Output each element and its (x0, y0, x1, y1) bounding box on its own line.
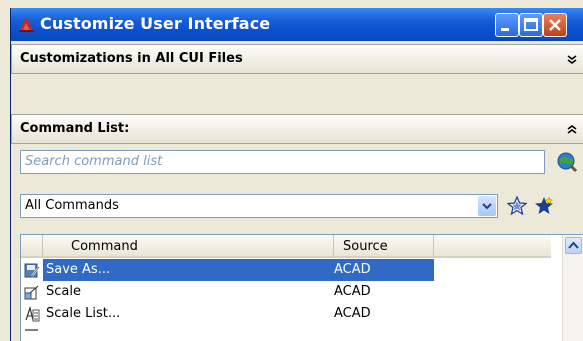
icon-column-header[interactable] (21, 235, 43, 258)
chevron-down-icon (482, 203, 492, 210)
command-cell: Scale List... (46, 306, 121, 321)
chevron-double-up-icon[interactable] (567, 125, 577, 135)
new-command-star-icon[interactable] (534, 196, 554, 216)
chevron-double-down-icon[interactable] (567, 55, 577, 65)
source-column-header[interactable]: Source (334, 235, 434, 258)
maximize-icon (524, 18, 538, 31)
scroll-up-button[interactable] (565, 237, 582, 254)
search-command-input[interactable]: Search command list (20, 150, 545, 174)
source-column-label: Source (343, 239, 388, 254)
star-filter-icon[interactable] (507, 196, 527, 216)
customize-ui-window: Customize User Interface Customizations … (10, 8, 583, 341)
dropdown-arrow-button[interactable] (478, 196, 496, 216)
customizations-section-label: Customizations in All CUI Files (20, 51, 243, 66)
command-list-section-label: Command List: (20, 121, 130, 136)
window-title: Customize User Interface (40, 14, 271, 33)
table-row[interactable]: Scale List... ACAD (21, 303, 551, 325)
scale-list-icon (25, 306, 40, 322)
table-row[interactable] (21, 325, 551, 341)
chevron-up-icon (568, 241, 579, 249)
title-bar[interactable]: Customize User Interface (11, 8, 583, 41)
command-column-label: Command (71, 239, 138, 254)
empty-column-header (434, 235, 551, 258)
minimize-button[interactable] (495, 13, 519, 37)
save-as-icon (24, 263, 40, 278)
source-cell: ACAD (334, 306, 371, 321)
source-cell: ACAD (334, 284, 371, 299)
command-cell: Save As... (43, 259, 334, 281)
command-cell: Scale (46, 284, 81, 299)
maximize-button[interactable] (519, 13, 543, 37)
autocad-app-icon (19, 17, 34, 32)
search-globe-icon[interactable] (556, 151, 578, 173)
scale-icon (24, 285, 39, 300)
table-row[interactable]: Scale ACAD (21, 281, 551, 303)
command-filter-value: All Commands (25, 198, 119, 213)
table-row[interactable]: Save As... ACAD (21, 259, 551, 281)
close-icon (549, 19, 561, 31)
command-column-header[interactable]: Command (43, 235, 334, 258)
partial-row-icon (25, 329, 38, 331)
customizations-section-header[interactable]: Customizations in All CUI Files (11, 44, 583, 74)
command-list-table[interactable]: Command Source Save As... ACAD Scale ACA… (20, 234, 583, 341)
command-filter-dropdown[interactable]: All Commands (20, 194, 498, 218)
source-cell: ACAD (334, 259, 434, 281)
command-list-section-header[interactable]: Command List: (11, 114, 583, 144)
vertical-scrollbar[interactable] (562, 235, 583, 341)
minimize-icon (501, 28, 509, 31)
close-button[interactable] (543, 13, 567, 37)
